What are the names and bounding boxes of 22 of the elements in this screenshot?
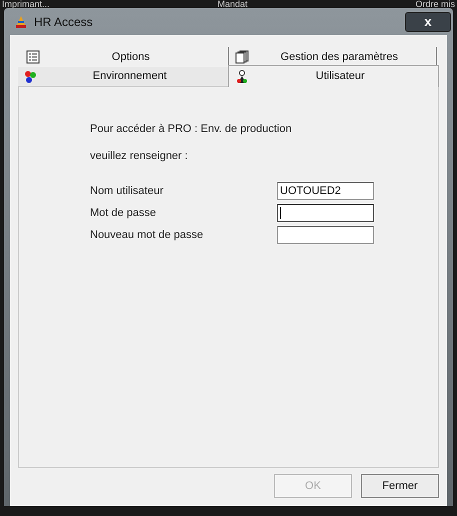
window-title: HR Access [34,14,93,30]
tab[interactable]: Environnement [18,67,228,87]
background-label: Mandat [217,0,248,8]
app-icon [14,14,28,28]
intro-text: Pour accéder à PRO : Env. de production [90,122,293,137]
list-icon [26,50,40,64]
field-label: Nouveau mot de passe [90,228,204,243]
input-field[interactable] [277,204,374,222]
pages-icon [234,50,248,64]
field-label: Nom utilisateur [90,184,164,199]
text-cursor [280,207,281,219]
dialog-button[interactable]: Fermer [361,474,439,498]
field-label: Mot de passe [90,206,158,221]
input-field[interactable] [277,226,374,244]
intro-text: veuillez renseigner : [90,148,189,164]
color-dots-icon [24,70,38,84]
user-icon [234,68,248,84]
background-label: Imprimant... [2,0,50,8]
background-label: Ordre mis [415,0,455,8]
close-button[interactable]: x [405,12,451,32]
input-field[interactable]: UOTOUED2 [277,182,374,200]
tab[interactable]: Utilisateur [228,65,439,87]
